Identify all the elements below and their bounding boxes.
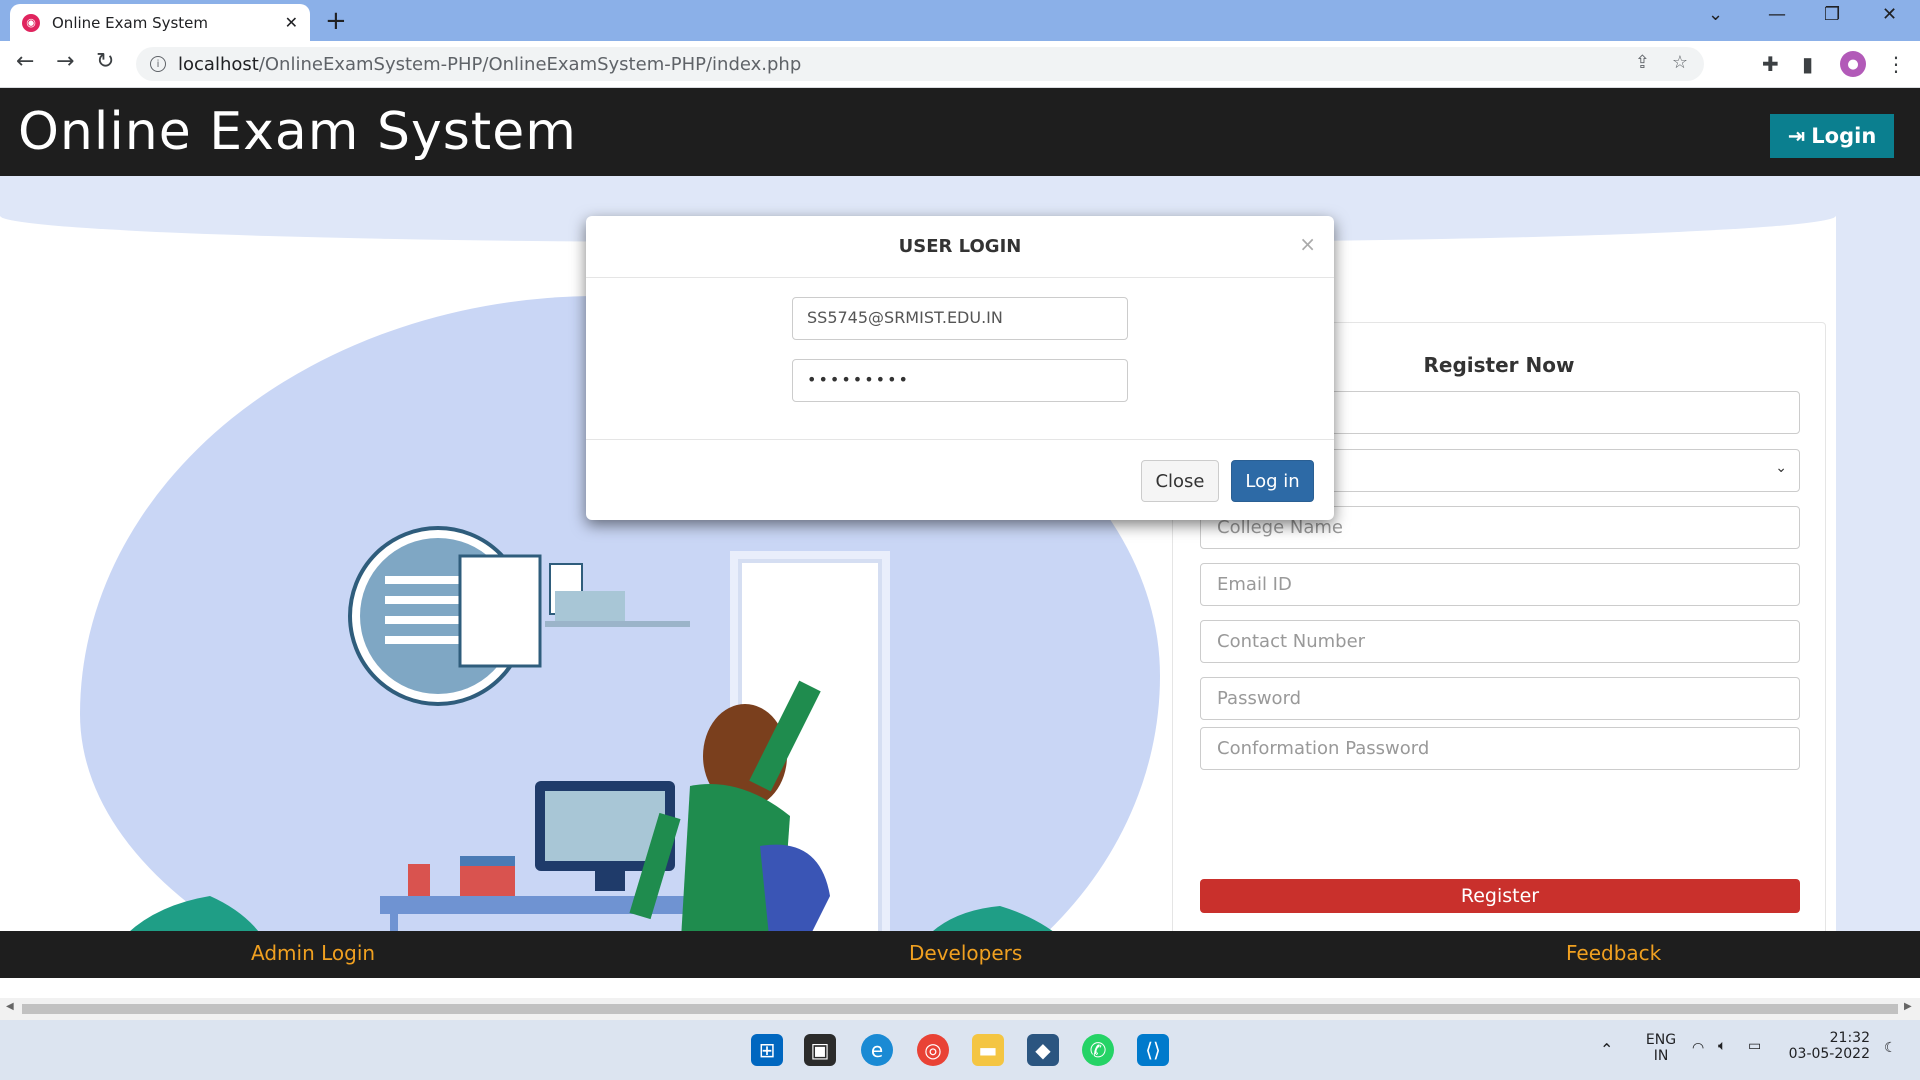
profile-avatar[interactable]: ●	[1840, 51, 1866, 77]
tab-search-chevron-icon[interactable]: ⌄	[1708, 4, 1723, 25]
close-button[interactable]: Close	[1141, 460, 1219, 502]
site-footer: Admin Login Developers Feedback	[0, 931, 1920, 978]
tray-overflow-chevron-icon[interactable]: ⌃	[1600, 1040, 1613, 1059]
bookmark-star-icon[interactable]: ☆	[1672, 52, 1688, 73]
site-favicon-icon: ◉	[22, 13, 40, 32]
admin-login-link[interactable]: Admin Login	[251, 941, 375, 965]
region-code: IN	[1653, 1048, 1669, 1064]
share-icon[interactable]: ⇪	[1635, 52, 1650, 73]
url-host: localhost	[178, 53, 259, 75]
login-email-input[interactable]: SS5745@SRMIST.EDU.IN	[792, 297, 1128, 340]
confirm-password-field[interactable]: Conformation Password	[1200, 727, 1800, 770]
login-password-input[interactable]: •••••••••	[792, 359, 1128, 402]
new-tab-icon[interactable]: +	[325, 6, 347, 36]
browser-tab-active[interactable]: ◉ Online Exam System ✕	[10, 4, 310, 41]
language-code: ENG	[1645, 1032, 1677, 1048]
volume-icon[interactable]: 🔈︎	[1718, 1038, 1726, 1054]
window-close-icon[interactable]: ✕	[1882, 4, 1897, 25]
web-page: Online Exam System ⇥ Login Register Now …	[0, 88, 1920, 978]
user-login-modal: USER LOGIN × SS5745@SRMIST.EDU.IN ••••••…	[586, 216, 1334, 520]
nav-login-button[interactable]: ⇥ Login	[1770, 114, 1894, 158]
tab-title: Online Exam System	[52, 13, 209, 32]
chevron-down-icon: ⌄	[1775, 460, 1787, 476]
modal-close-icon[interactable]: ×	[1299, 232, 1316, 256]
minimize-icon[interactable]: —	[1768, 4, 1786, 25]
do-not-disturb-icon[interactable]: ☾	[1884, 1040, 1897, 1056]
vscode-icon[interactable]: ⟨⟩	[1137, 1034, 1169, 1066]
database-app-icon[interactable]: ◆	[1027, 1034, 1059, 1066]
sign-in-icon: ⇥	[1787, 124, 1806, 148]
url-path: /OnlineExamSystem-PHP/OnlineExamSystem-P…	[258, 53, 802, 75]
scrollbar-thumb[interactable]	[22, 1004, 1898, 1014]
clock-date: 03-05-2022	[1788, 1046, 1870, 1062]
developers-link[interactable]: Developers	[909, 941, 1022, 965]
site-navbar: Online Exam System ⇥ Login	[0, 88, 1920, 176]
site-brand[interactable]: Online Exam System	[18, 102, 577, 162]
password-field[interactable]: Password	[1200, 677, 1800, 720]
extensions-puzzle-icon[interactable]: ✚	[1762, 52, 1779, 76]
reload-icon[interactable]: ↻	[96, 49, 114, 74]
site-info-icon[interactable]: i	[150, 56, 166, 72]
clock[interactable]: 21:32 03-05-2022	[1786, 1030, 1870, 1062]
restore-icon[interactable]: ❐	[1824, 4, 1840, 25]
modal-footer: Close Log in	[586, 439, 1334, 520]
wifi-icon[interactable]: ◠	[1692, 1040, 1704, 1056]
scroll-right-arrow-icon[interactable]: ▶	[1904, 1001, 1912, 1012]
nav-login-label: Login	[1811, 124, 1877, 148]
scroll-left-arrow-icon[interactable]: ◀	[6, 1001, 14, 1012]
whatsapp-icon[interactable]: ✆	[1082, 1034, 1114, 1066]
file-explorer-icon[interactable]: ▬	[972, 1034, 1004, 1066]
horizontal-scrollbar[interactable]: ◀ ▶	[0, 998, 1920, 1020]
language-indicator[interactable]: ENG IN	[1636, 1032, 1686, 1064]
task-view-icon[interactable]: ▣	[804, 1034, 836, 1066]
modal-header: USER LOGIN ×	[586, 216, 1334, 278]
login-submit-button[interactable]: Log in	[1231, 460, 1314, 502]
chrome-browser-icon[interactable]: ◎	[917, 1034, 949, 1066]
email-field[interactable]: Email ID	[1200, 563, 1800, 606]
background-blob	[1836, 176, 1920, 978]
modal-title: USER LOGIN	[898, 236, 1022, 257]
clock-time: 21:32	[1829, 1030, 1870, 1046]
battery-icon[interactable]: ▭	[1748, 1038, 1761, 1054]
contact-number-field[interactable]: Contact Number	[1200, 620, 1800, 663]
register-button[interactable]: Register	[1200, 879, 1800, 913]
forward-arrow-icon[interactable]: →	[56, 49, 74, 74]
start-windows-icon[interactable]: ⊞	[751, 1034, 783, 1066]
address-bar[interactable]: i localhost/OnlineExamSystem-PHP/OnlineE…	[136, 47, 1704, 81]
side-panel-icon[interactable]: ▮	[1802, 52, 1813, 76]
edge-browser-icon[interactable]: e	[861, 1034, 893, 1066]
browser-tabstrip: ◉ Online Exam System ✕ + ⌄ — ❐ ✕	[0, 0, 1920, 41]
feedback-link[interactable]: Feedback	[1566, 941, 1661, 965]
back-arrow-icon[interactable]: ←	[16, 49, 34, 74]
browser-toolbar: ← → ↻ i localhost/OnlineExamSystem-PHP/O…	[0, 41, 1920, 88]
os-taskbar: ⊞ ▣ e ◎ ▬ ◆ ✆ ⟨⟩ ⌃ ENG IN ◠ 🔈︎ ▭ 21:32 0…	[0, 1020, 1920, 1080]
tab-close-icon[interactable]: ✕	[285, 13, 298, 32]
browser-menu-icon[interactable]: ⋮	[1886, 52, 1906, 76]
